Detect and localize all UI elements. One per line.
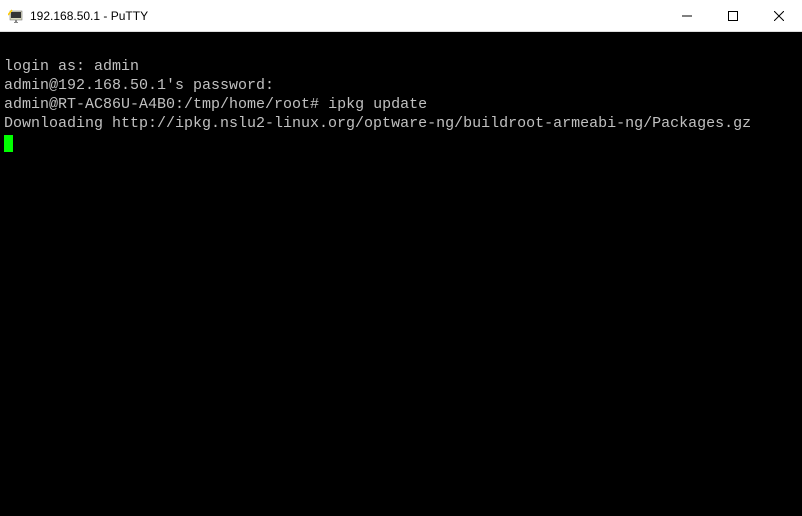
minimize-button[interactable] <box>664 0 710 31</box>
maximize-button[interactable] <box>710 0 756 31</box>
shell-prompt: admin@RT-AC86U-A4B0:/tmp/home/root# <box>4 96 328 113</box>
putty-icon <box>8 8 24 24</box>
terminal-line: admin@RT-AC86U-A4B0:/tmp/home/root# ipkg… <box>4 96 427 113</box>
shell-command: ipkg update <box>328 96 427 113</box>
terminal-cursor <box>4 135 13 152</box>
terminal-line: Downloading http://ipkg.nslu2-linux.org/… <box>4 115 751 132</box>
login-input-value: admin <box>94 58 139 75</box>
terminal-area[interactable]: login as: admin admin@192.168.50.1's pas… <box>0 32 802 158</box>
terminal-line: login as: admin <box>4 58 139 75</box>
terminal-line: admin@192.168.50.1's password: <box>4 77 274 94</box>
window-controls <box>664 0 802 31</box>
close-button[interactable] <box>756 0 802 31</box>
login-prompt: login as: <box>4 58 94 75</box>
window-title: 192.168.50.1 - PuTTY <box>30 9 664 23</box>
window-titlebar: 192.168.50.1 - PuTTY <box>0 0 802 32</box>
